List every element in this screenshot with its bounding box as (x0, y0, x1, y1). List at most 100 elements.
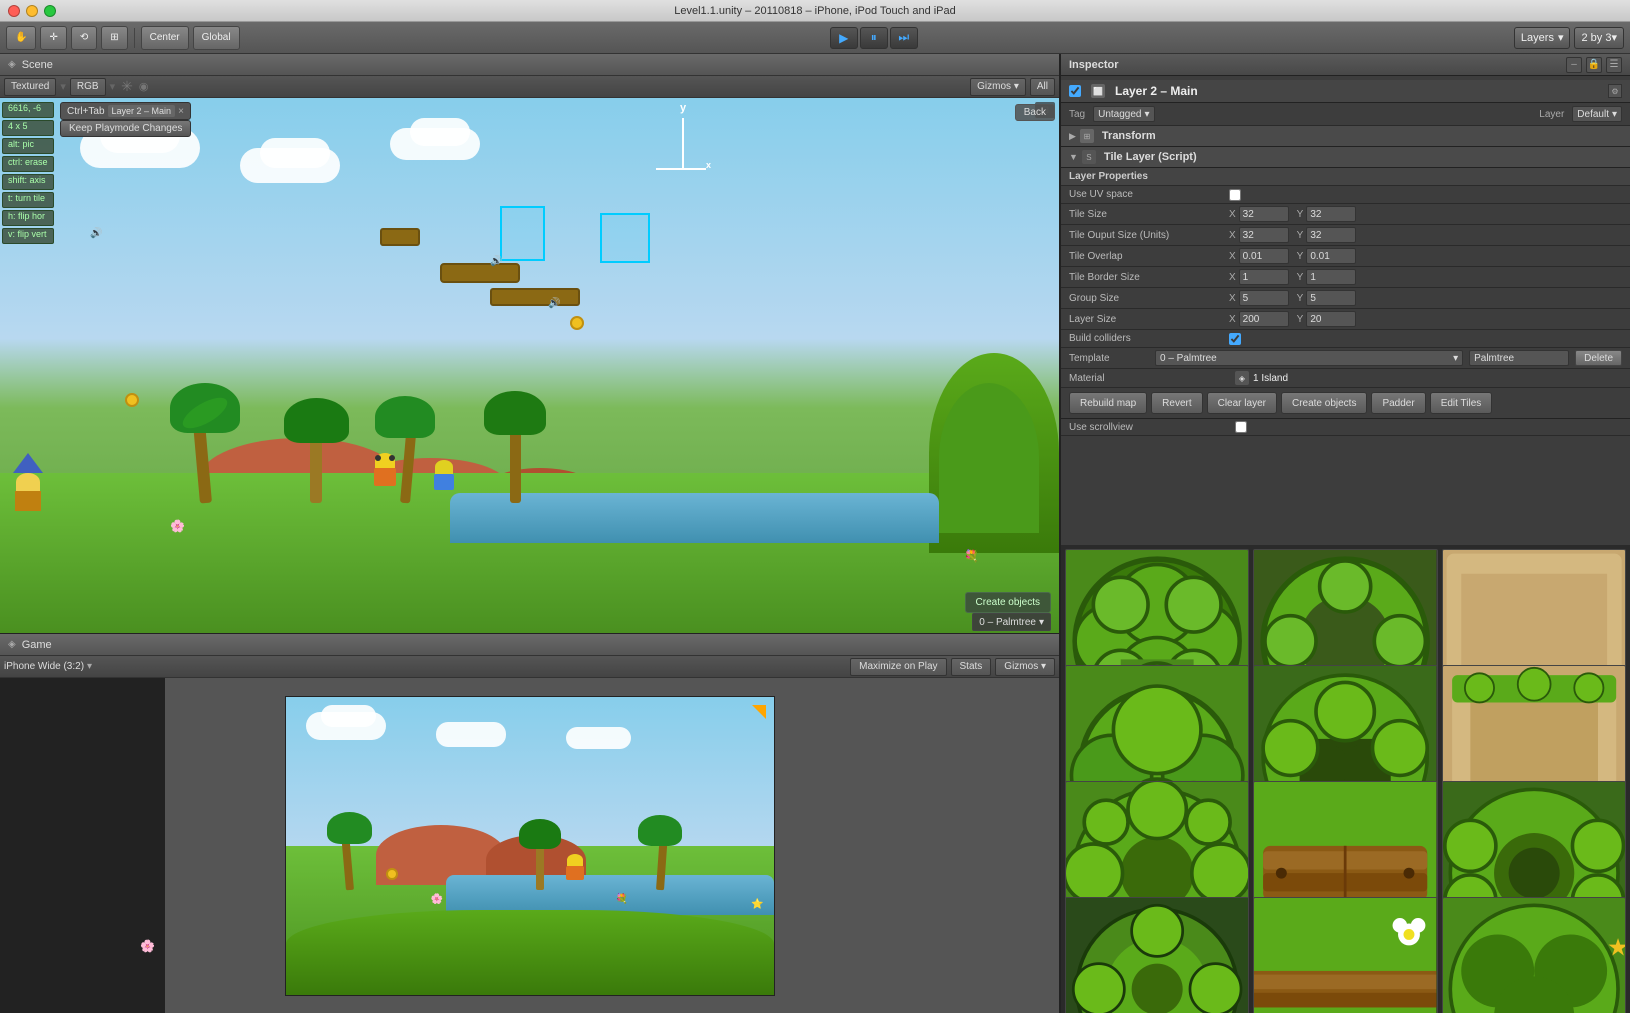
game-side-flower: 🌸 (140, 939, 155, 953)
inspector-collapse-button[interactable]: – (1566, 57, 1582, 73)
scrollview-label: Use scrollview (1069, 422, 1229, 433)
tile-overlap-y-input[interactable] (1306, 248, 1356, 264)
layer-size-y-input[interactable] (1306, 311, 1356, 327)
pause-button[interactable]: ⏸ (860, 27, 888, 49)
player-character (370, 453, 400, 493)
group-size-xy: X Y (1229, 290, 1622, 306)
maximize-button[interactable] (44, 5, 56, 17)
platform-3 (490, 288, 580, 306)
group-size-label: Group Size (1069, 293, 1229, 304)
create-objects-button[interactable]: Create objects (1281, 392, 1367, 414)
inspector-menu-button[interactable]: ☰ (1606, 57, 1622, 73)
rgb-button[interactable]: RGB (70, 78, 106, 96)
group-size-x-input[interactable] (1239, 290, 1289, 306)
tile-output-y-input[interactable] (1306, 227, 1356, 243)
global-button[interactable]: Global (193, 26, 240, 50)
y-axis-label: y (680, 102, 686, 114)
palm-tree-1 (200, 413, 212, 503)
template-dropdown[interactable]: 0 – Palmtree ▾ (1155, 350, 1463, 366)
layers-dropdown[interactable]: Layers ▾ (1514, 27, 1571, 49)
tile-grid (1061, 545, 1630, 1013)
game-gizmos-button[interactable]: Gizmos ▾ (995, 658, 1055, 676)
use-uv-checkbox[interactable] (1229, 189, 1241, 201)
tile-cell-12[interactable] (1442, 897, 1626, 1013)
tag-layer-row: Tag Untagged ▾ Layer Default ▾ (1061, 103, 1630, 126)
game-toolbar: iPhone Wide (3:2) ▾ Maximize on Play Sta… (0, 656, 1059, 678)
center-button[interactable]: Center (141, 26, 189, 50)
close-button[interactable] (8, 5, 20, 17)
template-name-input[interactable] (1469, 350, 1569, 366)
tile-cell-11[interactable] (1253, 897, 1437, 1013)
grid-size-label: 4 x 5 (2, 120, 54, 136)
platform-1 (440, 263, 520, 283)
tile-layer-section-header[interactable]: ▼ S Tile Layer (Script) (1061, 147, 1630, 168)
scene-tab[interactable]: Scene (22, 59, 53, 71)
tile-overlap-x-input[interactable] (1239, 248, 1289, 264)
template-row: Template 0 – Palmtree ▾ Delete (1061, 348, 1630, 369)
tile-cell-10[interactable] (1065, 897, 1249, 1013)
gizmos-button[interactable]: Gizmos ▾ (970, 78, 1026, 96)
game-indicator (752, 705, 766, 719)
layer-size-x-input[interactable] (1239, 311, 1289, 327)
tile-overlap-label: Tile Overlap (1069, 251, 1229, 262)
transform-arrow: ▶ (1069, 131, 1076, 142)
scene-toolbar: Textured ▾ RGB ▾ ✳ ◉ Gizmos ▾ All (0, 76, 1059, 98)
delete-button[interactable]: Delete (1575, 350, 1622, 366)
tag-dropdown[interactable]: Untagged ▾ (1093, 106, 1154, 122)
create-objects-scene-button[interactable]: Create objects (965, 592, 1051, 613)
group-size-y-input[interactable] (1306, 290, 1356, 306)
keep-playmode-button[interactable]: Keep Playmode Changes (60, 120, 191, 137)
rotate-tool-button[interactable]: ⟲ (71, 26, 97, 50)
palmtree-dropdown-scene[interactable]: 0 – Palmtree ▾ (972, 613, 1051, 631)
tile-size-x-group: X (1229, 206, 1289, 222)
textured-button[interactable]: Textured (4, 78, 56, 96)
revert-button[interactable]: Revert (1151, 392, 1202, 414)
scene-background: 🔊 🔊 🔊 🌸 💐 (0, 98, 1059, 633)
selection-box-1 (500, 206, 545, 261)
game-tab[interactable]: Game (22, 639, 52, 651)
minimize-button[interactable] (26, 5, 38, 17)
layout-dropdown[interactable]: 2 by 3 ▾ (1574, 27, 1624, 49)
padder-button[interactable]: Padder (1371, 392, 1425, 414)
shift-axis-label: shift: axis (2, 174, 54, 190)
output-x-label: X (1229, 230, 1236, 241)
transform-section-header[interactable]: ▶ ⊞ Transform (1061, 126, 1630, 147)
layer-properties-label: Layer Properties (1069, 171, 1229, 182)
tile-border-y-input[interactable] (1306, 269, 1356, 285)
scrollview-checkbox[interactable] (1235, 421, 1247, 433)
layer-settings-button[interactable]: ⚙ (1608, 84, 1622, 98)
tile-border-x-input[interactable] (1239, 269, 1289, 285)
stats-button[interactable]: Stats (951, 658, 992, 676)
scene-icon: ◈ (8, 59, 16, 70)
all-button[interactable]: All (1030, 78, 1055, 96)
play-button[interactable]: ▶ (830, 27, 858, 49)
back-button[interactable]: Back (1015, 104, 1055, 121)
rebuild-map-button[interactable]: Rebuild map (1069, 392, 1147, 414)
alt-pic-label: alt: pic (2, 138, 54, 154)
step-button[interactable]: ⏭ (890, 27, 918, 49)
build-colliders-checkbox[interactable] (1229, 333, 1241, 345)
tile-output-x-input[interactable] (1239, 227, 1289, 243)
hand-tool-button[interactable]: ✋ (6, 26, 36, 50)
tile-size-row: Tile Size X Y (1061, 204, 1630, 225)
tile-size-x-input[interactable] (1239, 206, 1289, 222)
game-viewport: 🌸 💐 ⭐ (285, 696, 775, 996)
overlap-y-label: Y (1297, 251, 1304, 262)
scene-header: ◈ Scene (0, 54, 1059, 76)
move-tool-button[interactable]: ✛ (40, 26, 66, 50)
clear-layer-button[interactable]: Clear layer (1207, 392, 1277, 414)
inspector-lock-button[interactable]: 🔒 (1586, 57, 1602, 73)
scrollview-row: Use scrollview (1061, 419, 1630, 436)
window-title: Level1.1.unity – 20110818 – iPhone, iPod… (674, 5, 956, 17)
window-controls (8, 5, 56, 17)
tile-size-y-input[interactable] (1306, 206, 1356, 222)
layer-active-checkbox[interactable] (1069, 85, 1081, 97)
edit-tiles-button[interactable]: Edit Tiles (1430, 392, 1493, 414)
game-canvas: 🌸 💐 ⭐ 🌸 (0, 678, 1059, 1013)
maximize-on-play-button[interactable]: Maximize on Play (850, 658, 946, 676)
game-header: ◈ Game (0, 634, 1059, 656)
h-flip-hor-label: h: flip hor (2, 210, 54, 226)
scale-tool-button[interactable]: ⊞ (101, 26, 127, 50)
layer-dropdown[interactable]: Default ▾ (1572, 106, 1622, 122)
play-controls: ▶ ⏸ ⏭ (830, 27, 918, 49)
